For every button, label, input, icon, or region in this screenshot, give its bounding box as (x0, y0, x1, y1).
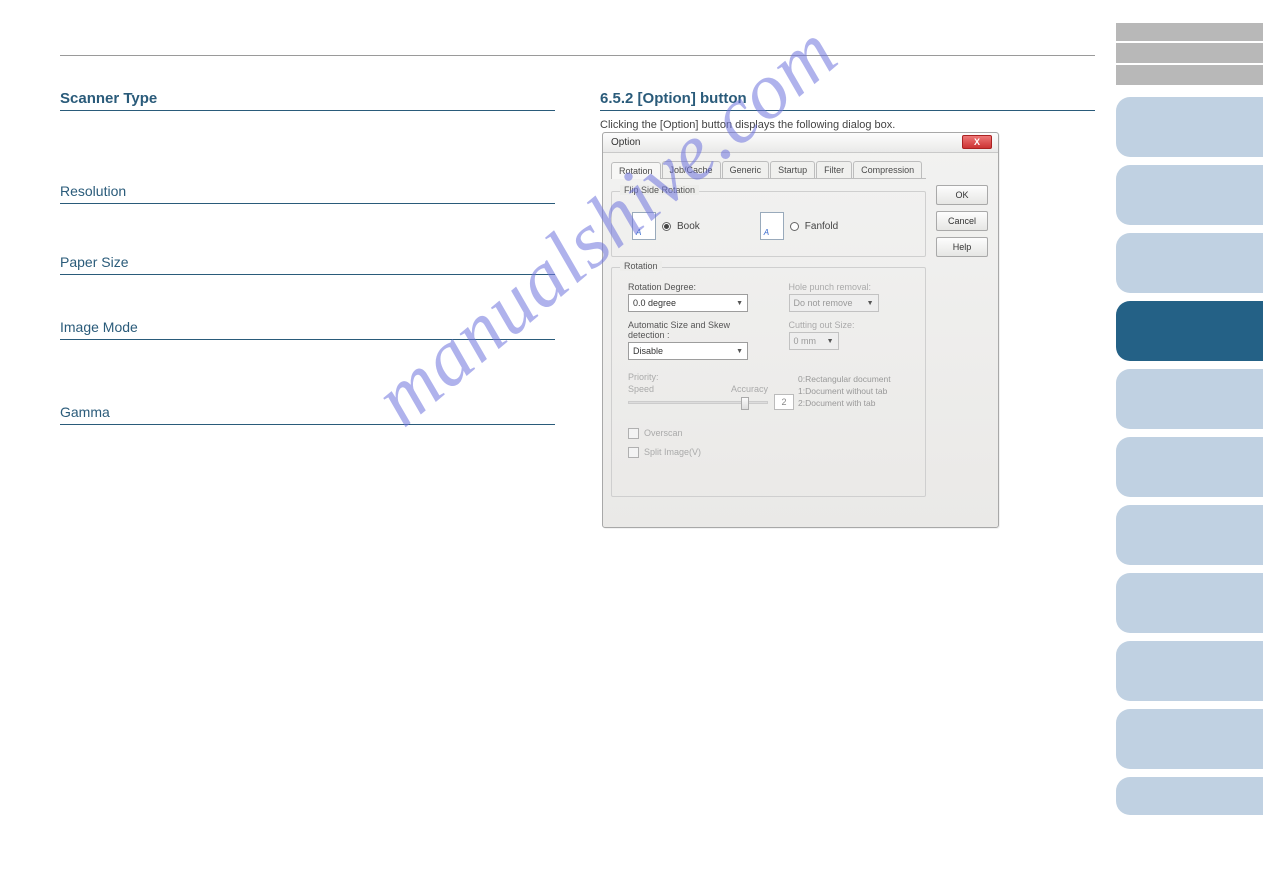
option-button-heading: 6.5.2 [Option] button (600, 90, 1095, 111)
section-resolution: Resolution (60, 183, 555, 204)
priority-slider-row: Priority: Speed Accuracy 2 0:Rectangular… (622, 368, 915, 410)
auto-size-value: Disable (633, 346, 663, 356)
help-button[interactable]: Help (936, 237, 988, 257)
left-column: Scanner Type Resolution Paper Size Image… (60, 90, 555, 435)
chevron-down-icon: ▼ (827, 338, 834, 345)
priority-note-1: 1:Document without tab (798, 386, 909, 398)
side-tab-gray-2[interactable] (1116, 43, 1263, 63)
overscan-checkbox (628, 428, 639, 439)
dialog-title-text: Option (611, 137, 640, 148)
close-icon[interactable]: X (962, 135, 992, 149)
priority-notes: 0:Rectangular document 1:Document withou… (798, 374, 909, 410)
radio-book-label: Book (677, 221, 700, 232)
side-tab-gray-1[interactable] (1116, 23, 1263, 41)
hole-punch-value: Do not remove (794, 298, 853, 308)
split-image-row: Split Image(V) (622, 443, 915, 462)
image-mode-desc (60, 350, 555, 390)
page-top-rule (60, 55, 1095, 56)
side-tab-2[interactable] (1116, 165, 1263, 225)
auto-size-label: Automatic Size and Skew detection : (628, 320, 749, 340)
tab-filter[interactable]: Filter (816, 161, 852, 178)
priority-slider (628, 401, 768, 404)
split-image-label: Split Image(V) (644, 447, 701, 457)
flip-side-group: Flip Side Rotation Book Fanfold (611, 191, 926, 257)
priority-speed-label: Speed (628, 384, 654, 394)
overscan-label: Overscan (644, 428, 683, 438)
scanner-type-desc (60, 129, 555, 169)
tab-job-cache[interactable]: Job/Cache (662, 161, 721, 178)
fanfold-icon (760, 212, 784, 240)
overscan-row: Overscan (622, 424, 915, 443)
ok-button[interactable]: OK (936, 185, 988, 205)
dialog-titlebar: Option X (603, 133, 998, 153)
rotation-degree-label: Rotation Degree: (628, 282, 749, 292)
radio-fanfold-circle (790, 222, 799, 231)
cancel-button[interactable]: Cancel (936, 211, 988, 231)
option-dialog: Option X Rotation Job/Cache Generic Star… (602, 132, 999, 528)
side-tab-9[interactable] (1116, 641, 1263, 701)
flip-side-label: Flip Side Rotation (620, 185, 699, 195)
split-image-checkbox (628, 447, 639, 458)
side-tab-gray-3[interactable] (1116, 65, 1263, 85)
side-tabs (1116, 23, 1263, 823)
resolution-desc (60, 214, 555, 240)
chevron-down-icon: ▼ (736, 300, 743, 307)
rotation-group: Rotation Rotation Degree: 0.0 degree ▼ H… (611, 267, 926, 497)
cutting-value: 0 mm (794, 336, 817, 346)
side-tab-10[interactable] (1116, 709, 1263, 769)
section-image-mode: Image Mode (60, 319, 555, 340)
tab-generic[interactable]: Generic (722, 161, 770, 178)
side-tab-1[interactable] (1116, 97, 1263, 157)
paper-size-desc (60, 285, 555, 305)
auto-size-select[interactable]: Disable ▼ (628, 342, 748, 360)
rotation-degree-select[interactable]: 0.0 degree ▼ (628, 294, 748, 312)
dialog-body: Rotation Job/Cache Generic Startup Filte… (603, 153, 998, 527)
dialog-tabs: Rotation Job/Cache Generic Startup Filte… (611, 161, 926, 179)
side-tab-8[interactable] (1116, 573, 1263, 633)
priority-accuracy-label: Accuracy (731, 384, 768, 394)
side-tab-6[interactable] (1116, 437, 1263, 497)
cutting-select: 0 mm ▼ (789, 332, 839, 350)
side-tab-5[interactable] (1116, 369, 1263, 429)
dialog-button-col: OK Cancel Help (936, 185, 988, 257)
slider-thumb (741, 397, 749, 410)
rotation-degree-value: 0.0 degree (633, 298, 676, 308)
cutting-label: Cutting out Size: (789, 320, 910, 330)
section-scanner-type: Scanner Type (60, 90, 555, 111)
tab-compression[interactable]: Compression (853, 161, 922, 178)
chevron-down-icon: ▼ (867, 300, 874, 307)
section-gamma: Gamma (60, 404, 555, 425)
option-intro: Clicking the [Option] button displays th… (600, 119, 1095, 131)
priority-note-2: 2:Document with tab (798, 398, 909, 410)
book-icon (632, 212, 656, 240)
section-paper-size: Paper Size (60, 254, 555, 275)
side-tab-7[interactable] (1116, 505, 1263, 565)
side-tab-3[interactable] (1116, 233, 1263, 293)
priority-value: 2 (774, 394, 794, 410)
radio-fanfold-label: Fanfold (805, 221, 838, 232)
tab-startup[interactable]: Startup (770, 161, 815, 178)
radio-book[interactable]: Book (632, 212, 700, 240)
radio-book-circle (662, 222, 671, 231)
tab-rotation[interactable]: Rotation (611, 162, 661, 179)
hole-punch-select: Do not remove ▼ (789, 294, 879, 312)
priority-note-0: 0:Rectangular document (798, 374, 909, 386)
hole-punch-label: Hole punch removal: (789, 282, 910, 292)
side-tab-11[interactable] (1116, 777, 1263, 815)
rotation-group-label: Rotation (620, 261, 662, 271)
radio-fanfold[interactable]: Fanfold (760, 212, 838, 240)
chevron-down-icon: ▼ (736, 348, 743, 355)
side-tab-4-active[interactable] (1116, 301, 1263, 361)
